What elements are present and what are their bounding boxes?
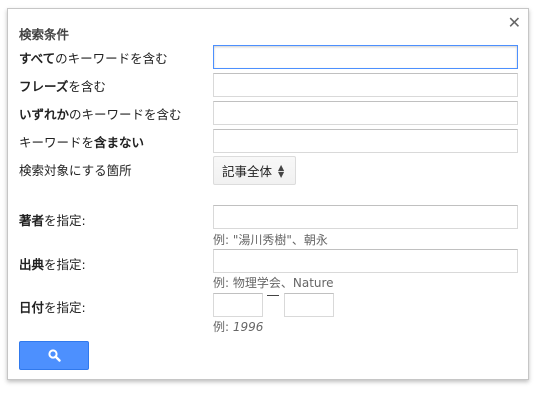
source-label-bold: 出典	[19, 257, 45, 272]
author-label-rest: を指定:	[44, 213, 86, 228]
exclude-label-pre: キーワードを	[19, 135, 95, 150]
close-icon[interactable]: ✕	[508, 13, 521, 33]
all-words-input[interactable]	[213, 45, 518, 69]
select-arrows-icon: ▲ ▼	[278, 162, 285, 179]
dialog-title: 検索条件	[19, 27, 70, 42]
all-words-label: すべてのキーワードを含む	[19, 48, 168, 67]
phrase-input[interactable]	[213, 73, 518, 97]
author-label: 著者を指定:	[19, 210, 86, 229]
any-words-input[interactable]	[213, 101, 518, 125]
date-label-rest: を指定:	[44, 300, 86, 315]
phrase-label: フレーズを含む	[19, 76, 106, 95]
search-icon	[47, 349, 61, 362]
phrase-label-bold: フレーズ	[19, 79, 69, 94]
date-example-value: 1996	[232, 320, 264, 334]
exclude-label: キーワードを含まない	[19, 132, 144, 151]
date-range-dash	[267, 295, 279, 296]
search-target-select[interactable]: 記事全体 ▲ ▼	[213, 156, 296, 185]
date-example: 例: 1996	[213, 318, 263, 335]
date-to-input[interactable]	[284, 293, 334, 317]
exclude-label-bold: 含まない	[94, 135, 145, 150]
search-target-label: 検索対象にする箇所	[19, 163, 132, 178]
source-example: 例: 物理学会、Nature	[213, 276, 334, 290]
source-input[interactable]	[213, 249, 518, 273]
source-label-rest: を指定:	[44, 257, 86, 272]
advanced-search-dialog: ✕ 検索条件 すべてのキーワードを含む フレーズを含む いずれかのキーワードを含…	[7, 8, 529, 380]
date-label: 日付を指定:	[19, 297, 86, 316]
any-words-label: いずれかのキーワードを含む	[19, 104, 182, 123]
all-words-label-bold: すべて	[19, 51, 56, 66]
search-target-value: 記事全体	[222, 164, 273, 179]
any-words-label-rest: のキーワードを含む	[69, 107, 182, 122]
search-button[interactable]	[19, 341, 89, 370]
author-example: 例: "湯川秀樹"、朝永	[213, 233, 328, 247]
author-input[interactable]	[213, 205, 518, 229]
all-words-label-rest: のキーワードを含む	[55, 51, 168, 66]
any-words-label-bold: いずれか	[19, 107, 70, 122]
source-label: 出典を指定:	[19, 254, 86, 273]
date-example-prefix: 例:	[213, 320, 233, 334]
phrase-label-rest: を含む	[68, 79, 106, 94]
exclude-input[interactable]	[213, 129, 518, 153]
date-label-bold: 日付	[19, 300, 45, 315]
author-label-bold: 著者	[19, 213, 45, 228]
date-from-input[interactable]	[213, 293, 263, 317]
